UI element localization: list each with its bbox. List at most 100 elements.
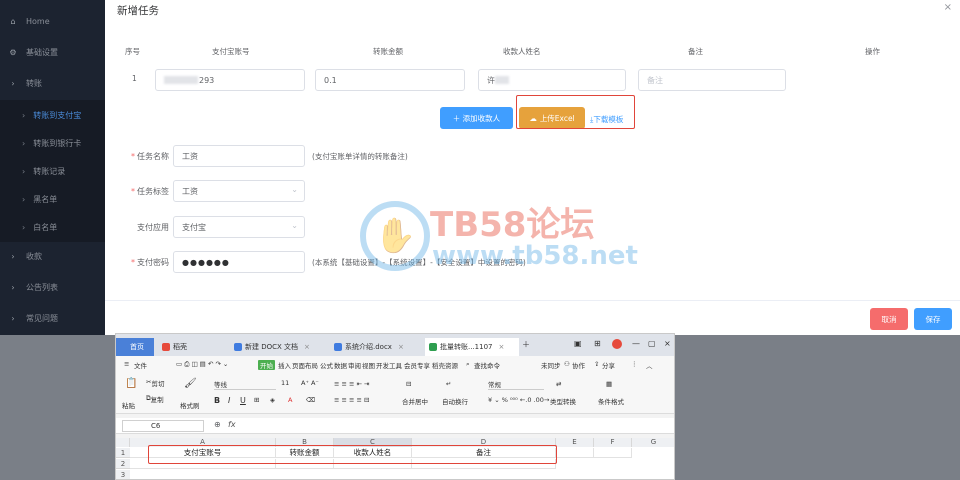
merge-icon[interactable]: ⊟ xyxy=(406,380,411,388)
share-icon[interactable]: ⇪ xyxy=(594,360,599,368)
align-icons-bottom[interactable]: ≡ ≡ ≡ ≡ ⊟ xyxy=(334,396,370,404)
cell-e1[interactable] xyxy=(556,448,594,458)
merge-button[interactable]: 合并居中 xyxy=(402,396,428,406)
menu-vip[interactable]: 会员专享 xyxy=(404,360,430,370)
close-icon[interactable]: × xyxy=(304,343,310,351)
conditional-format-icon[interactable]: ▦ xyxy=(606,380,612,388)
nav-basic-settings[interactable]: ⚙ 基础设置 xyxy=(0,37,108,67)
pay-app-select[interactable]: 支付宝 ⌄ xyxy=(173,216,305,238)
save-button[interactable]: 保存 xyxy=(914,308,952,330)
amount-input[interactable]: 0.1 xyxy=(315,69,465,91)
search-command[interactable]: 查找命令 xyxy=(474,360,500,370)
nav-announcements[interactable]: › 公告列表 xyxy=(0,272,108,302)
copy-button[interactable]: ⧉ 复制 xyxy=(146,394,164,404)
close-window-icon[interactable]: × xyxy=(664,339,671,348)
wrap-button[interactable]: 自动换行 xyxy=(442,396,468,406)
menu-unsynced[interactable]: 未同步 xyxy=(541,360,561,370)
font-size-buttons[interactable]: A⁺ A⁻ xyxy=(301,379,319,387)
menu-home[interactable]: 开始 xyxy=(258,360,275,370)
menu-review[interactable]: 审阅 xyxy=(348,360,361,370)
zoom-icon[interactable]: ⊕ xyxy=(214,420,221,429)
collab-icon[interactable]: ⚇ xyxy=(564,360,570,368)
menu-docer-resources[interactable]: 稻壳资源 xyxy=(432,360,458,370)
remark-input[interactable]: 备注 xyxy=(638,69,786,91)
task-name-input[interactable]: 工资 xyxy=(173,145,305,167)
close-icon[interactable]: × xyxy=(499,343,505,351)
tab-batch-transfer[interactable]: 批量转账...1107 × xyxy=(425,338,519,356)
menu-file[interactable]: 文件 xyxy=(134,360,147,370)
col-header-g[interactable]: G xyxy=(632,438,674,447)
format-painter-icon[interactable]: 🖌 xyxy=(184,378,197,389)
layout-icon[interactable]: ▣ xyxy=(574,339,582,348)
cell-reference[interactable]: C6 xyxy=(122,420,204,432)
menu-page-layout[interactable]: 页面布局 xyxy=(292,360,318,370)
number-format-select[interactable]: 常规 xyxy=(488,379,544,390)
menu-dev-tools[interactable]: 开发工具 xyxy=(376,360,402,370)
conditional-format-button[interactable]: 条件格式 xyxy=(598,396,624,406)
pay-password-input[interactable]: ●●●●●● xyxy=(173,251,305,273)
add-payee-button[interactable]: ＋ 添加收款人 xyxy=(440,107,513,129)
number-format-icons[interactable]: ¥ ⌄ % ⁰⁰⁰ ←.0 .00→ xyxy=(488,396,549,404)
hamburger-icon[interactable]: ≡ xyxy=(124,360,129,368)
menu-share[interactable]: 分享 xyxy=(602,360,615,370)
nav-receive[interactable]: › 收款 xyxy=(0,241,108,271)
nav-whitelist[interactable]: › 白名单 xyxy=(0,212,108,242)
tab-docer[interactable]: 稻壳 xyxy=(158,338,220,356)
underline-icon[interactable]: U xyxy=(240,396,246,405)
nav-transfer-bank[interactable]: › 转账到银行卡 xyxy=(0,128,108,158)
nav-home[interactable]: ⌂ Home xyxy=(0,6,108,36)
nav-transfer[interactable]: › 转账 xyxy=(0,68,108,98)
nav-blacklist[interactable]: › 黑名单 xyxy=(0,184,108,214)
close-icon[interactable]: × xyxy=(398,343,404,351)
account-input[interactable]: 293 xyxy=(155,69,305,91)
eraser-icon[interactable]: ⌫ xyxy=(306,396,315,404)
col-header-e[interactable]: E xyxy=(556,438,594,447)
tab-system-intro[interactable]: 系统介绍.docx × xyxy=(330,338,422,356)
menu-insert[interactable]: 插入 xyxy=(278,360,291,370)
font-size-select[interactable]: 11 xyxy=(281,379,289,387)
type-convert-button[interactable]: 类型转换 xyxy=(550,396,576,406)
maximize-icon[interactable]: ▢ xyxy=(648,339,656,348)
corner-cell[interactable] xyxy=(116,438,130,447)
col-header-amount: 转账金额 xyxy=(373,47,403,56)
fx-icon[interactable]: fx xyxy=(228,420,236,429)
tab-new-docx[interactable]: 新建 DOCX 文档 × xyxy=(230,338,326,356)
fill-color-icon[interactable]: ◈ xyxy=(270,396,275,404)
menu-formula[interactable]: 公式 xyxy=(320,360,333,370)
wrap-icon[interactable]: ↵ xyxy=(446,380,451,388)
italic-icon[interactable]: I xyxy=(228,396,230,405)
nav-faq[interactable]: › 常见问题 xyxy=(0,303,108,333)
grid-icon[interactable]: ⊞ xyxy=(594,339,601,348)
row-header-2[interactable]: 2 xyxy=(116,459,130,469)
row-header-1[interactable]: 1 xyxy=(116,448,130,458)
row-header-3[interactable]: 3 xyxy=(116,470,130,479)
task-tag-select[interactable]: 工资 ⌄ xyxy=(173,180,305,202)
avatar[interactable] xyxy=(612,339,622,349)
add-tab-icon[interactable]: ＋ xyxy=(522,339,530,350)
payee-name-input[interactable]: 许 xyxy=(478,69,626,91)
cell-f1[interactable] xyxy=(594,448,632,458)
cancel-button[interactable]: 取消 xyxy=(870,308,908,330)
paste-button[interactable]: 粘贴 xyxy=(122,400,135,410)
paste-icon[interactable]: 📋 xyxy=(125,378,137,389)
menu-view[interactable]: 视图 xyxy=(362,360,375,370)
cut-button[interactable]: ✂ 剪切 xyxy=(146,378,164,388)
search-icon[interactable]: ⌕ xyxy=(466,360,470,369)
font-select[interactable]: 等线 xyxy=(214,379,276,390)
close-icon[interactable]: × xyxy=(944,2,952,13)
align-icons-top[interactable]: ≡ ≡ ≡ ⇤ ⇥ xyxy=(334,380,370,388)
type-convert-icon[interactable]: ⇄ xyxy=(556,380,561,388)
more-icon[interactable]: ⋮ xyxy=(631,360,638,368)
border-icon[interactable]: ⊞ xyxy=(254,396,259,404)
collapse-icon[interactable]: ︿ xyxy=(646,360,653,370)
col-header-f[interactable]: F xyxy=(594,438,632,447)
minimize-icon[interactable]: — xyxy=(632,339,640,348)
nav-transfer-alipay[interactable]: › 转账到支付宝 xyxy=(0,100,108,130)
menu-data[interactable]: 数据 xyxy=(334,360,347,370)
format-painter-button[interactable]: 格式刷 xyxy=(180,400,200,410)
menu-collab[interactable]: 协作 xyxy=(572,360,585,370)
nav-transfer-records[interactable]: › 转账记录 xyxy=(0,156,108,186)
tab-home[interactable]: 首页 xyxy=(116,338,154,356)
bold-icon[interactable]: B xyxy=(214,396,220,405)
font-color-icon[interactable]: A xyxy=(288,396,292,404)
